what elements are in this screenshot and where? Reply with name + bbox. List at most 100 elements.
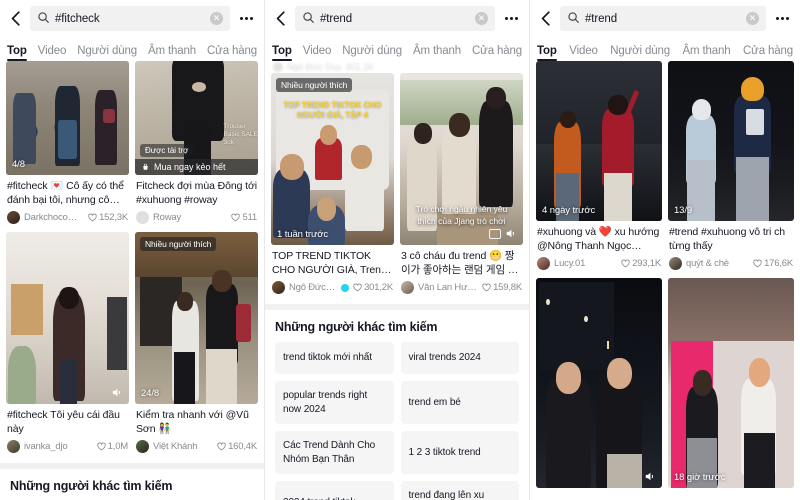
avatar[interactable] xyxy=(7,211,20,224)
more-options-icon[interactable] xyxy=(502,8,520,30)
video-meta: #fitcheck Tôi yêu cái đầu này ivanka_djo… xyxy=(6,404,129,455)
related-search-chip[interactable]: trend đang lên xu hướng xyxy=(400,481,519,500)
tab-shop[interactable]: Cửa hàng xyxy=(743,45,793,61)
video-meta: #fitcheck 💌 Cô ấy có thể đánh bại tôi, n… xyxy=(6,175,129,226)
tab-top[interactable]: Top xyxy=(537,45,557,61)
video-card[interactable] xyxy=(536,278,662,488)
video-card[interactable]: 13/9 #trend #xuhuong vô tri ch từng thấy… xyxy=(668,61,794,272)
video-byline: Darkchocomi... 152,3K xyxy=(7,211,128,224)
heart-icon xyxy=(482,283,491,292)
avatar[interactable] xyxy=(272,281,285,294)
video-timestamp: 1 tuần trước xyxy=(277,229,328,240)
back-icon[interactable] xyxy=(537,8,553,30)
search-input[interactable]: #fitcheck ✕ xyxy=(30,6,230,31)
tab-top[interactable]: Top xyxy=(7,45,27,61)
more-options-icon[interactable] xyxy=(773,8,791,30)
verified-badge-icon xyxy=(341,283,350,292)
tab-video[interactable]: Video xyxy=(303,45,332,61)
video-card[interactable]: 18 giờ trước xyxy=(668,278,794,488)
tab-users[interactable]: Người dùng xyxy=(342,45,402,61)
tab-shop[interactable]: Cửa hàng xyxy=(207,45,257,61)
tab-users[interactable]: Người dùng xyxy=(77,45,137,61)
video-thumbnail[interactable]: 13/9 xyxy=(668,61,794,221)
avatar[interactable] xyxy=(136,440,149,453)
search-icon xyxy=(568,10,579,28)
clear-icon[interactable]: ✕ xyxy=(746,12,759,25)
related-search-chip[interactable]: trend em bé xyxy=(400,381,519,424)
tab-users[interactable]: Người dùng xyxy=(610,45,670,61)
video-username[interactable]: Lucy.01 xyxy=(554,258,617,269)
video-username[interactable]: Darkchocomi... xyxy=(24,212,84,223)
clear-icon[interactable]: ✕ xyxy=(210,12,223,25)
sound-icon xyxy=(504,227,517,240)
video-thumbnail[interactable]: 4 ngày trước xyxy=(536,61,662,221)
video-meta: #trend #xuhuong vô tri ch từng thấy quýt… xyxy=(668,221,794,272)
back-icon[interactable] xyxy=(7,8,23,30)
related-search-chip[interactable]: 2024 trend tiktok xyxy=(275,481,394,500)
tab-top[interactable]: Top xyxy=(272,45,292,61)
tab-video[interactable]: Video xyxy=(38,45,67,61)
search-input[interactable]: #trend ✕ xyxy=(295,6,495,31)
video-card[interactable]: TOP TREND TIKTOK CHO NGƯỜI GIÀ, TẬP 4 Nh… xyxy=(271,73,394,296)
related-search-chip[interactable]: Các Trend Dành Cho Nhóm Bạn Thân xyxy=(275,431,394,474)
avatar[interactable] xyxy=(7,440,20,453)
video-card[interactable]: Trouser Basic SALE 3ok Được tài trợ Mua … xyxy=(135,61,258,226)
related-search-chip[interactable]: popular trends right now 2024 xyxy=(275,381,394,424)
video-card[interactable]: #fitcheck Tôi yêu cái đầu này ivanka_djo… xyxy=(6,232,129,455)
search-input[interactable]: #trend ✕ xyxy=(560,6,766,31)
video-thumbnail[interactable]: Nhiều người thích 24/8 xyxy=(135,232,258,404)
sponsored-cta[interactable]: Mua ngay kẻo hết xyxy=(135,159,258,175)
closed-caption-icon xyxy=(489,229,501,239)
heart-icon xyxy=(217,442,226,451)
avatar[interactable] xyxy=(669,257,682,270)
related-search-chip[interactable]: 1 2 3 tiktok trend xyxy=(400,431,519,474)
result-tabs: Top Video Người dùng Âm thanh Cửa hàng xyxy=(530,37,800,61)
multi-panel-screenshot: #fitcheck ✕ Top Video Người dùng Âm than… xyxy=(0,0,800,500)
video-meta: Fitcheck đợi mùa Đông tới #xuhuong #rowa… xyxy=(135,175,258,226)
video-card[interactable]: Trò chơi ngẫu nhiên yêu thích của Jjang … xyxy=(400,73,523,296)
video-thumbnail[interactable] xyxy=(6,232,129,404)
avatar[interactable] xyxy=(136,211,149,224)
video-username[interactable]: ivanka_djo xyxy=(24,441,93,452)
video-meta: 3 cô cháu đu trend 😬 짱이가 좋아하는 랜덤 게임 랜덤..… xyxy=(400,245,523,296)
like-count-text: 160,4K xyxy=(228,441,257,452)
clear-icon[interactable]: ✕ xyxy=(475,12,488,25)
like-count-text: 293,1K xyxy=(632,258,661,269)
search-query-text: #trend xyxy=(320,12,353,25)
video-meta: TOP TREND TIKTOK CHO NGƯỜI GIÀ, Trend Ti… xyxy=(271,245,394,296)
video-username[interactable]: Roway xyxy=(153,212,227,223)
related-search-chip[interactable]: trend tiktok mới nhất xyxy=(275,342,394,374)
avatar[interactable] xyxy=(401,281,414,294)
video-username[interactable]: Việt Khánh xyxy=(153,441,213,452)
video-thumbnail[interactable]: Trò chơi ngẫu nhiên yêu thích của Jjang … xyxy=(400,73,523,245)
video-overlay-text: TOP TREND TIKTOK CHO NGƯỜI GIÀ, TẬP 4 xyxy=(283,100,382,120)
video-username[interactable]: Ngô Đức Duy xyxy=(289,282,337,293)
video-card[interactable]: Nhiều người thích 24/8 Kiểm tra nhanh vớ… xyxy=(135,232,258,455)
video-thumbnail[interactable]: Trouser Basic SALE 3ok Được tài trợ Mua … xyxy=(135,61,258,175)
heart-icon xyxy=(231,213,241,222)
video-card[interactable]: 4 ngày trước #xuhuong và ❤️ xu hướng @Nô… xyxy=(536,61,662,272)
video-title: Fitcheck đợi mùa Đông tới #xuhuong #rowa… xyxy=(136,180,257,206)
heart-icon xyxy=(97,442,106,451)
video-byline: ivanka_djo 1,0M xyxy=(7,440,128,453)
video-grid: TOP TREND TIKTOK CHO NGƯỜI GIÀ, TẬP 4 Nh… xyxy=(265,73,529,296)
video-thumbnail[interactable] xyxy=(536,278,662,488)
back-icon[interactable] xyxy=(272,8,288,30)
video-thumbnail[interactable]: 18 giờ trước xyxy=(668,278,794,488)
like-count-text: 1,0M xyxy=(107,441,129,452)
avatar[interactable] xyxy=(537,257,550,270)
video-username[interactable]: quýt & chè xyxy=(686,258,749,269)
tab-sounds[interactable]: Âm thanh xyxy=(148,45,196,61)
video-thumbnail[interactable]: 4/8 xyxy=(6,61,129,175)
video-thumbnail[interactable]: TOP TREND TIKTOK CHO NGƯỜI GIÀ, TẬP 4 Nh… xyxy=(271,73,394,245)
video-username[interactable]: Văn Lan Hườn... xyxy=(418,282,478,293)
search-icon xyxy=(303,10,314,28)
tab-video[interactable]: Video xyxy=(569,45,598,61)
tab-sounds[interactable]: Âm thanh xyxy=(413,45,461,61)
like-count-text: 176,6K xyxy=(764,258,793,269)
tab-shop[interactable]: Cửa hàng xyxy=(472,45,522,61)
tab-sounds[interactable]: Âm thanh xyxy=(682,45,730,61)
more-options-icon[interactable] xyxy=(237,8,255,30)
video-card[interactable]: 4/8 #fitcheck 💌 Cô ấy có thể đánh bại tô… xyxy=(6,61,129,226)
related-search-chip[interactable]: viral trends 2024 xyxy=(400,342,519,374)
